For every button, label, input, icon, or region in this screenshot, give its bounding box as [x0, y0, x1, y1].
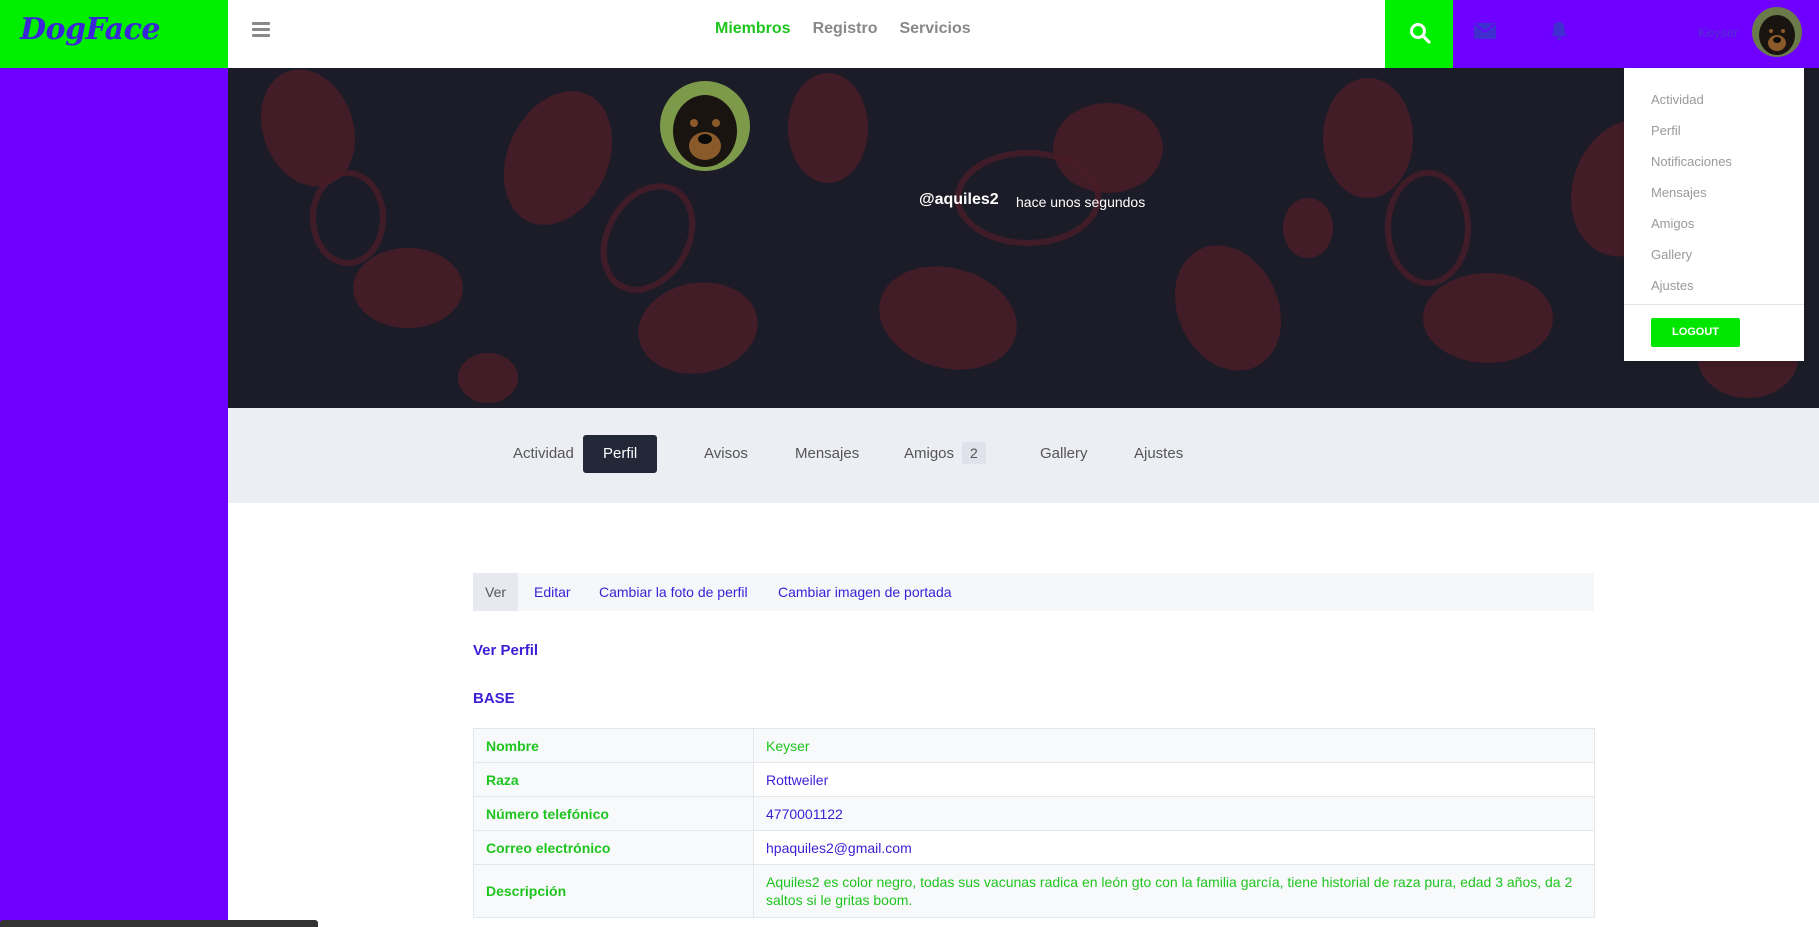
search-button[interactable] — [1385, 0, 1453, 68]
field-value[interactable]: hpaquiles2@gmail.com — [753, 830, 1595, 865]
field-label: Número telefónico — [473, 796, 754, 831]
tab-mensajes[interactable]: Mensajes — [775, 435, 879, 473]
bell-icon[interactable] — [1550, 21, 1568, 41]
profile-subnav: Ver Editar Cambiar la foto de perfil Cam… — [473, 573, 1594, 611]
nav-link-servicios[interactable]: Servicios — [899, 20, 970, 38]
cover-image: @aquiles2 hace unos segundos — [228, 68, 1819, 408]
field-value: Keyser — [753, 728, 1595, 763]
tab-label: Actividad — [513, 445, 574, 462]
subtab-editar[interactable]: Editar — [522, 573, 583, 611]
profile-tabs: Actividad Perfil Avisos Mensajes Amigos 2… — [228, 408, 1819, 503]
tab-avisos[interactable]: Avisos — [684, 435, 768, 473]
field-label: Raza — [473, 762, 754, 797]
search-icon — [1410, 23, 1431, 44]
tab-actividad[interactable]: Actividad — [493, 435, 594, 473]
left-sidebar — [0, 68, 228, 927]
subtab-cambiar-foto[interactable]: Cambiar la foto de perfil — [587, 573, 760, 611]
dropdown-item-amigos[interactable]: Amigos — [1624, 208, 1804, 239]
dropdown-item-ajustes[interactable]: Ajustes — [1624, 270, 1804, 301]
subtab-ver[interactable]: Ver — [473, 573, 519, 611]
subtab-cambiar-portada[interactable]: Cambiar imagen de portada — [766, 573, 964, 611]
dropdown-divider — [1624, 304, 1804, 305]
last-active: hace unos segundos — [1016, 194, 1146, 210]
table-row: Descripción Aquiles2 es color negro, tod… — [473, 864, 1595, 918]
dropdown-item-actividad[interactable]: Actividad — [1624, 84, 1804, 115]
dropdown-item-gallery[interactable]: Gallery — [1624, 239, 1804, 270]
brand-logo[interactable]: DogFace — [0, 0, 228, 68]
tab-label: Avisos — [704, 445, 748, 462]
profile-handle[interactable]: @aquiles2 — [919, 191, 999, 209]
dropdown-item-perfil[interactable]: Perfil — [1624, 115, 1804, 146]
logout-button[interactable]: LOGOUT — [1651, 318, 1740, 347]
field-label: Correo electrónico — [473, 830, 754, 865]
user-name[interactable]: Keyser — [1698, 25, 1738, 40]
tab-label: Mensajes — [795, 445, 860, 462]
field-label: Descripción — [473, 864, 754, 918]
page-title: Ver Perfil — [473, 642, 539, 659]
table-row: Raza Rottweiler — [473, 762, 1595, 797]
paw-pattern — [260, 69, 1798, 403]
field-value: Aquiles2 es color negro, todas sus vacun… — [753, 864, 1595, 918]
user-avatar[interactable] — [1752, 7, 1802, 57]
dropdown-item-mensajes[interactable]: Mensajes — [1624, 177, 1804, 208]
tab-gallery[interactable]: Gallery — [1020, 435, 1108, 473]
table-row: Correo electrónico hpaquiles2@gmail.com — [473, 830, 1595, 865]
field-label: Nombre — [473, 728, 754, 763]
tab-label: Ajustes — [1134, 445, 1184, 462]
tab-label: Amigos — [904, 445, 955, 462]
menu-toggle-icon[interactable] — [252, 22, 270, 38]
tab-label: Gallery — [1040, 445, 1088, 462]
nav-link-miembros[interactable]: Miembros — [715, 20, 791, 38]
brand-name[interactable]: DogFace — [20, 12, 160, 47]
top-nav: Miembros Registro Servicios — [715, 20, 971, 38]
profile-info-table: Nombre Keyser Raza Rottweiler Número tel… — [473, 728, 1595, 918]
mail-icon[interactable] — [1474, 23, 1496, 39]
table-row: Número telefónico 4770001122 — [473, 796, 1595, 831]
user-dropdown-menu: Actividad Perfil Notificaciones Mensajes… — [1624, 68, 1804, 361]
dropdown-item-notificaciones[interactable]: Notificaciones — [1624, 146, 1804, 177]
field-value[interactable]: Rottweiler — [753, 762, 1595, 797]
tab-label: Perfil — [603, 445, 638, 462]
tab-perfil[interactable]: Perfil — [583, 435, 658, 473]
top-header: DogFace Miembros Registro Servicios Keys… — [0, 0, 1819, 68]
table-row: Nombre Keyser — [473, 728, 1595, 763]
friends-count-badge: 2 — [962, 442, 986, 464]
field-value[interactable]: 4770001122 — [753, 796, 1595, 831]
profile-avatar[interactable] — [660, 81, 750, 171]
nav-link-registro[interactable]: Registro — [813, 20, 878, 38]
tab-amigos[interactable]: Amigos 2 — [884, 435, 1006, 473]
field-group-title: BASE — [473, 690, 515, 707]
tab-ajustes[interactable]: Ajustes — [1114, 435, 1203, 473]
status-bar — [0, 920, 318, 927]
